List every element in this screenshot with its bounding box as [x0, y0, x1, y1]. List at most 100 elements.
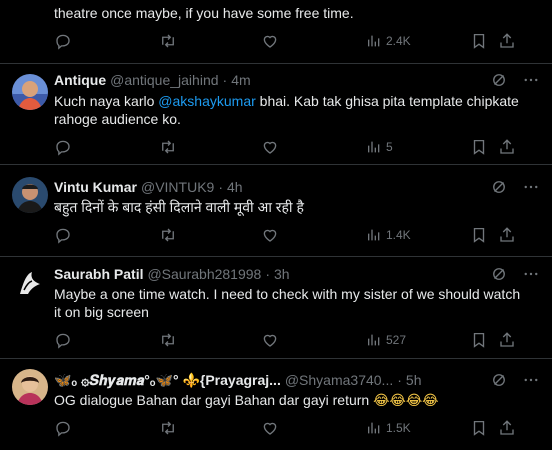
- like-button[interactable]: [261, 138, 279, 156]
- like-button[interactable]: [261, 32, 279, 50]
- header-actions: [490, 178, 540, 196]
- heart-icon: [263, 141, 277, 154]
- like-button[interactable]: [261, 419, 279, 437]
- tweet-text: बहुत दिनों के बाद हंसी दिलाने वाली मूवी …: [54, 199, 304, 215]
- avatar[interactable]: [12, 266, 48, 302]
- retweet-icon: [162, 228, 174, 242]
- views-icon: [368, 35, 380, 47]
- share-icon: [500, 227, 514, 242]
- avatar[interactable]: [12, 177, 48, 213]
- reply-button[interactable]: [54, 419, 72, 437]
- views-button[interactable]: 2.4K: [366, 32, 411, 50]
- display-name[interactable]: Vintu Kumar: [54, 179, 137, 195]
- tweet-item[interactable]: theatre once maybe, if you have some fre…: [0, 0, 552, 64]
- share-icon: [500, 139, 514, 154]
- timeline-feed: theatre once maybe, if you have some fre…: [0, 0, 552, 450]
- bookmark-button[interactable]: [470, 419, 488, 437]
- grok-icon[interactable]: [490, 71, 508, 89]
- tweet-item[interactable]: 🦋ₒ ۞𝑺𝒉𝒚𝒂𝒎𝒂°ₒ🦋° ⚜️{Prayagraj... @Shyama37…: [0, 359, 552, 450]
- tweet-item[interactable]: Saurabh Patil @Saurabh281998 · 3h Maybe …: [0, 257, 552, 359]
- views-count: 1.4K: [386, 228, 411, 242]
- header-actions: [490, 265, 540, 283]
- share-button[interactable]: [498, 419, 516, 437]
- views-count: 1.5K: [386, 421, 411, 435]
- more-icon[interactable]: [522, 371, 540, 389]
- views-count: 2.4K: [386, 34, 411, 48]
- reply-button[interactable]: [54, 138, 72, 156]
- avatar[interactable]: [12, 74, 48, 110]
- retweet-button[interactable]: [159, 419, 177, 437]
- views-button[interactable]: 5: [366, 138, 393, 156]
- share-button[interactable]: [498, 32, 516, 50]
- more-icon[interactable]: [522, 178, 540, 196]
- display-name[interactable]: 🦋ₒ ۞𝑺𝒉𝒚𝒂𝒎𝒂°ₒ🦋° ⚜️{Prayagraj...: [54, 372, 281, 389]
- reply-button[interactable]: [54, 226, 72, 244]
- like-button[interactable]: [261, 331, 279, 349]
- user-handle[interactable]: @VINTUK9: [141, 179, 214, 195]
- tweet-text: Maybe a one time watch. I need to check …: [54, 286, 521, 320]
- display-name[interactable]: Antique: [54, 72, 106, 88]
- retweet-icon: [162, 421, 174, 435]
- bookmark-icon: [473, 420, 485, 436]
- retweet-button[interactable]: [159, 331, 177, 349]
- reply-icon: [56, 333, 70, 349]
- display-name[interactable]: Saurabh Patil: [54, 266, 143, 282]
- tweet-header: Vintu Kumar @VINTUK9 · 4h: [54, 178, 540, 196]
- tweet-actions: 1.5K: [54, 419, 522, 437]
- share-button[interactable]: [498, 138, 516, 156]
- share-icon: [500, 332, 514, 347]
- more-icon[interactable]: [522, 71, 540, 89]
- timestamp[interactable]: 3h: [274, 266, 290, 282]
- views-icon: [368, 141, 380, 153]
- bookmark-icon: [473, 332, 485, 348]
- mention-link[interactable]: @akshaykumar: [158, 93, 255, 109]
- retweet-icon: [162, 34, 174, 48]
- tweet-item[interactable]: Antique @antique_jaihind · 4m Kuch naya …: [0, 64, 552, 165]
- bookmark-icon: [473, 139, 485, 155]
- tweet-actions: 1.4K: [54, 226, 522, 244]
- timestamp[interactable]: 5h: [406, 372, 422, 388]
- timestamp[interactable]: 4m: [231, 72, 250, 88]
- share-button[interactable]: [498, 331, 516, 349]
- tweet-actions: 5: [54, 138, 522, 156]
- user-handle[interactable]: @Shyama3740...: [285, 372, 393, 388]
- views-button[interactable]: 1.4K: [366, 226, 411, 244]
- user-handle[interactable]: @Saurabh281998: [147, 266, 261, 282]
- retweet-button[interactable]: [159, 226, 177, 244]
- reply-icon: [56, 228, 70, 244]
- bookmark-button[interactable]: [470, 32, 488, 50]
- retweet-button[interactable]: [159, 138, 177, 156]
- heart-icon: [263, 35, 277, 48]
- reply-button[interactable]: [54, 32, 72, 50]
- grok-icon[interactable]: [490, 178, 508, 196]
- tweet-item[interactable]: Vintu Kumar @VINTUK9 · 4h बहुत दिनों के …: [0, 165, 552, 257]
- tweet-text: theatre once maybe, if you have some fre…: [54, 5, 354, 21]
- share-button[interactable]: [498, 226, 516, 244]
- views-icon: [368, 229, 380, 241]
- views-button[interactable]: 1.5K: [366, 419, 411, 437]
- user-handle[interactable]: @antique_jaihind: [110, 72, 218, 88]
- more-icon[interactable]: [522, 265, 540, 283]
- bookmark-button[interactable]: [470, 331, 488, 349]
- grok-icon[interactable]: [490, 265, 508, 283]
- timestamp[interactable]: 4h: [227, 179, 243, 195]
- views-button[interactable]: 527: [366, 331, 406, 349]
- bookmark-button[interactable]: [470, 138, 488, 156]
- share-icon: [500, 420, 514, 435]
- avatar[interactable]: [12, 369, 48, 405]
- share-icon: [500, 33, 514, 48]
- emoji-group: 😂😂😂😂: [373, 392, 439, 408]
- header-actions: [490, 371, 540, 389]
- reply-icon: [56, 34, 70, 50]
- bookmark-icon: [473, 33, 485, 49]
- tweet-header: Saurabh Patil @Saurabh281998 · 3h: [54, 265, 540, 283]
- reply-icon: [56, 421, 70, 437]
- reply-button[interactable]: [54, 331, 72, 349]
- retweet-button[interactable]: [159, 32, 177, 50]
- grok-icon[interactable]: [490, 371, 508, 389]
- like-button[interactable]: [261, 226, 279, 244]
- bookmark-button[interactable]: [470, 226, 488, 244]
- retweet-icon: [162, 140, 174, 154]
- tweet-text: Kuch naya karlo @akshaykumar bhai. Kab t…: [54, 93, 519, 127]
- tweet-text: OG dialogue Bahan dar gayi Bahan dar gay…: [54, 392, 439, 408]
